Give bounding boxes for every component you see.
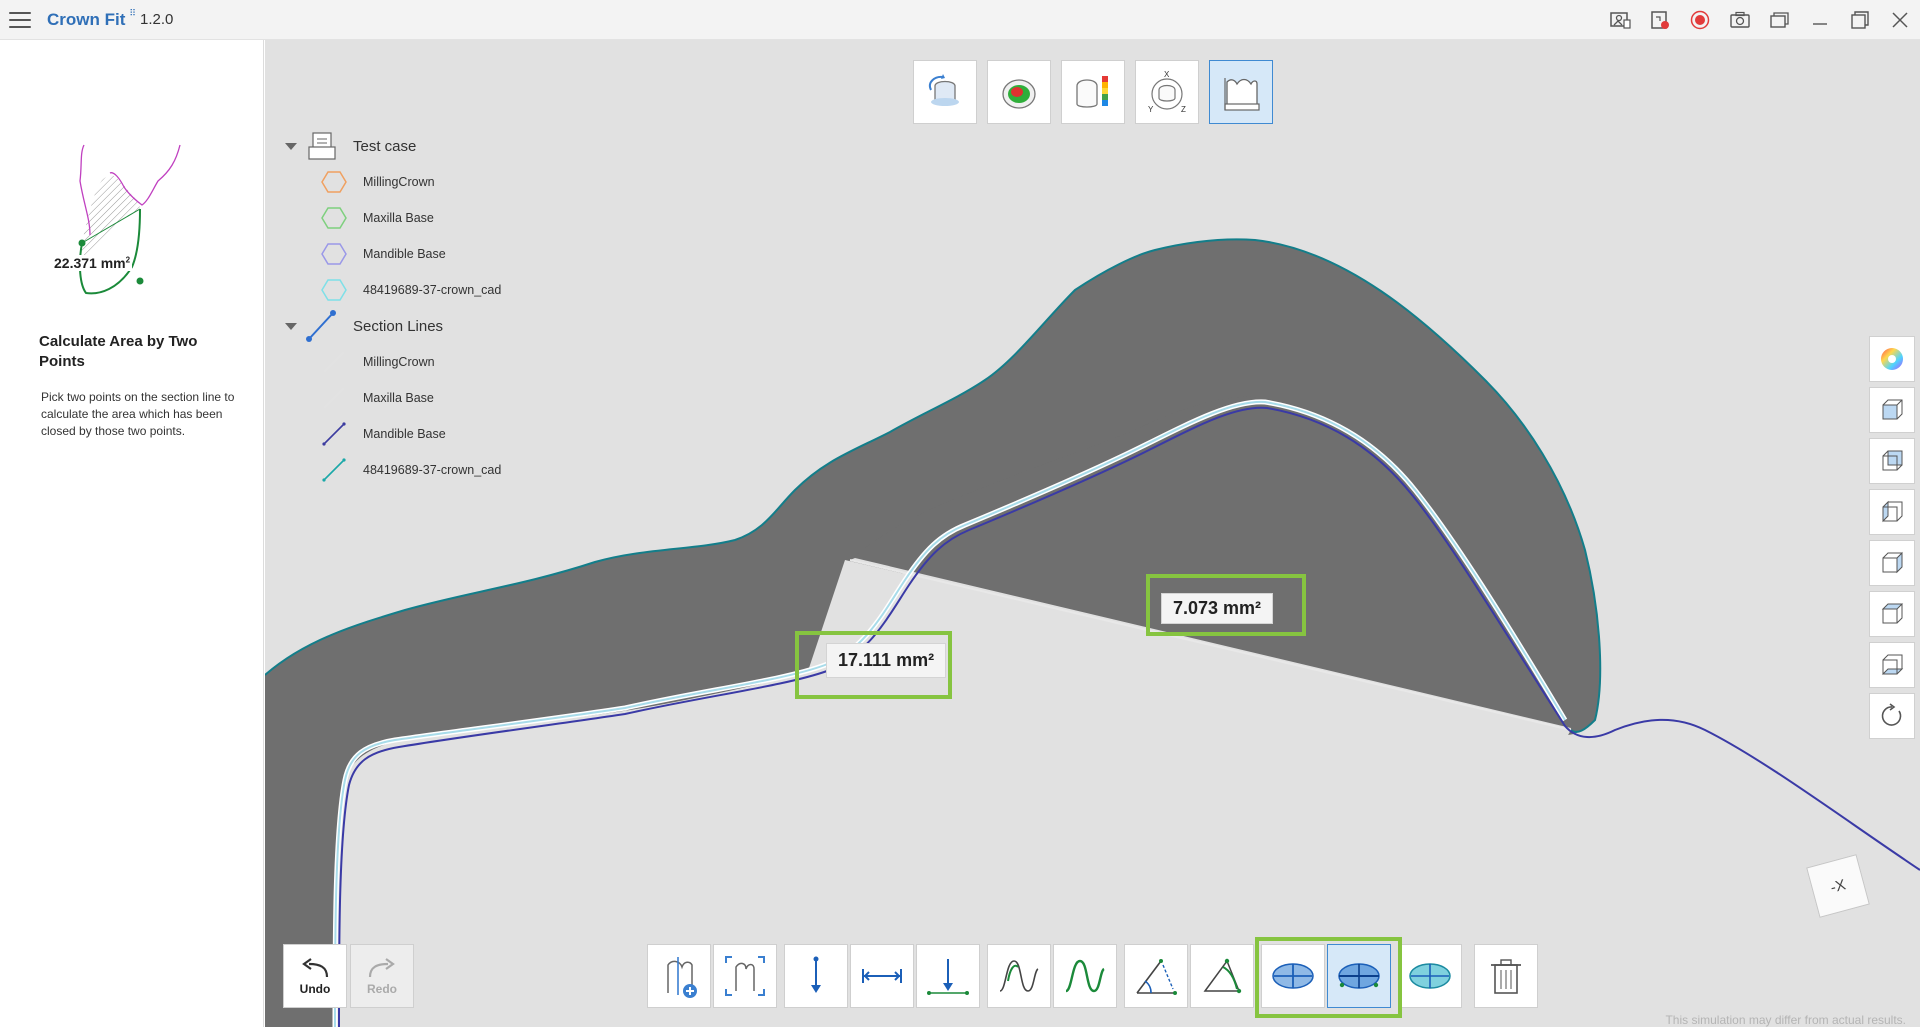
app-version: 1.2.0 (139, 11, 174, 28)
tree-group-test-case[interactable]: Test case (285, 128, 565, 164)
line-icon (321, 349, 347, 375)
tree-item-label: Mandible Base (363, 247, 446, 261)
app-title: Crown Fit (47, 9, 126, 29)
svg-text:X: X (1164, 70, 1170, 79)
tree-item-label: MillingCrown (363, 175, 435, 189)
tree-group-label: Test case (353, 137, 417, 155)
horizontal-distance-button[interactable] (850, 944, 914, 1008)
hexagon-icon (321, 169, 347, 195)
tree-item-label: 48419689-37-crown_cad (363, 283, 502, 297)
object-tree: Test case MillingCrown Maxilla Base Mand… (285, 128, 565, 488)
svg-text:Y: Y (1148, 105, 1154, 114)
hexagon-icon (321, 205, 347, 231)
tree-item-label: Mandible Base (363, 427, 446, 441)
hexagon-icon (321, 241, 347, 267)
tree-group-label: Section Lines (353, 317, 444, 335)
title-actions (1600, 0, 1920, 40)
tool-help-panel: 22.371 mm2 Calculate Area by Two Points … (0, 40, 264, 1027)
case-icon (305, 129, 339, 163)
right-view-icon[interactable] (1869, 540, 1915, 586)
svg-text:Z: Z (1181, 105, 1186, 114)
line-icon (321, 421, 347, 447)
tree-item-line-crown-cad[interactable]: 48419689-37-crown_cad (285, 452, 565, 488)
angle-measure-button[interactable] (1124, 944, 1188, 1008)
tool-title: Calculate Area by Two Points (39, 333, 198, 370)
line-icon (321, 385, 347, 411)
close-icon[interactable] (1880, 0, 1920, 40)
add-section-button[interactable] (647, 944, 711, 1008)
section-line-icon (305, 309, 339, 343)
occlusion-map-button[interactable] (987, 60, 1051, 124)
disclaimer-text: This simulation may differ from actual r… (1665, 1013, 1906, 1027)
tree-item-mandible-base[interactable]: Mandible Base (285, 236, 565, 272)
tree-item-label: Maxilla Base (363, 391, 434, 405)
tree-item-millingcrown[interactable]: MillingCrown (285, 164, 565, 200)
axis-view-button[interactable]: X Y Z (1135, 60, 1199, 124)
color-wheel-icon[interactable] (1869, 336, 1915, 382)
reset-view-icon[interactable] (1869, 693, 1915, 739)
rotate-view-button[interactable] (913, 60, 977, 124)
tool-description: Pick two points on the section line to c… (41, 390, 235, 438)
back-view-icon[interactable] (1869, 438, 1915, 484)
3d-viewport[interactable]: X Y Z Test case MillingCrown Maxilla Base … (265, 40, 1920, 1027)
capture-icon[interactable] (1600, 0, 1640, 40)
view-toolbar: X Y Z (913, 60, 1273, 124)
restore-icon[interactable] (1840, 0, 1880, 40)
color-map-button[interactable] (1061, 60, 1125, 124)
tree-item-line-mandible-base[interactable]: Mandible Base (285, 416, 565, 452)
delete-button[interactable] (1474, 944, 1538, 1008)
screen-record-area-icon[interactable] (1640, 0, 1680, 40)
bottom-view-icon[interactable] (1869, 642, 1915, 688)
curve-segment-button[interactable] (1053, 944, 1117, 1008)
tree-item-line-millingcrown[interactable]: MillingCrown (285, 344, 565, 380)
front-view-icon[interactable] (1869, 387, 1915, 433)
collapse-icon[interactable] (285, 142, 297, 150)
tree-item-label: 48419689-37-crown_cad (363, 463, 502, 477)
view-side-toolbar (1869, 336, 1915, 739)
hexagon-icon (321, 277, 347, 303)
collapse-icon[interactable] (285, 322, 297, 330)
tree-group-section-lines[interactable]: Section Lines (285, 308, 565, 344)
app-badge-icon: ⠿ (129, 8, 136, 18)
top-view-icon[interactable] (1869, 591, 1915, 637)
menu-icon[interactable] (9, 11, 31, 28)
highlight-frame (1255, 937, 1402, 1018)
tree-item-maxilla-base[interactable]: Maxilla Base (285, 200, 565, 236)
tree-item-label: Maxilla Base (363, 211, 434, 225)
record-icon[interactable] (1680, 0, 1720, 40)
minimize-icon[interactable] (1800, 0, 1840, 40)
fit-section-button[interactable] (713, 944, 777, 1008)
point-to-line-distance-button[interactable] (916, 944, 980, 1008)
tree-item-label: MillingCrown (363, 355, 435, 369)
line-icon (321, 457, 347, 483)
area-label-right[interactable]: 7.073 mm² (1161, 593, 1274, 624)
measure-toolbar (265, 944, 1920, 1014)
camera-icon[interactable] (1720, 0, 1760, 40)
area-label-left[interactable]: 17.111 mm² (826, 643, 947, 678)
section-measure-button[interactable] (1209, 60, 1273, 124)
tree-item-crown-cad[interactable]: 48419689-37-crown_cad (285, 272, 565, 308)
tree-item-line-maxilla-base[interactable]: Maxilla Base (285, 380, 565, 416)
illustration-value: 22.371 mm2 (52, 255, 133, 271)
curve-length-button[interactable] (987, 944, 1051, 1008)
triangle-measure-button[interactable] (1190, 944, 1254, 1008)
left-view-icon[interactable] (1869, 489, 1915, 535)
vertical-distance-button[interactable] (784, 944, 848, 1008)
gallery-icon[interactable] (1760, 0, 1800, 40)
title-bar: Crown Fit ⠿ 1.2.0 (0, 0, 1920, 40)
area-ellipse-button[interactable] (1398, 944, 1462, 1008)
